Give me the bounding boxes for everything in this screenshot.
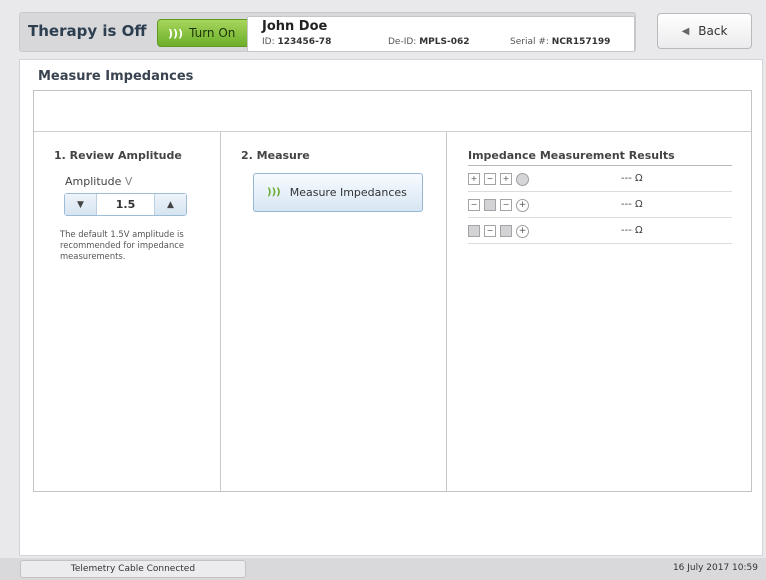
impedance-frame: 1. Review Amplitude Amplitude V ▼ 1.5 ▲ … xyxy=(33,90,752,492)
status-bar: Telemetry Cable Connected 16 July 2017 1… xyxy=(0,558,766,580)
top-strip xyxy=(34,91,751,132)
result-row: + − + --- Ω xyxy=(468,166,732,192)
electrode-off xyxy=(468,225,480,237)
down-arrow-icon: ▼ xyxy=(77,199,84,210)
result-row: − − + --- Ω xyxy=(468,192,732,218)
impedance-value: --- Ω xyxy=(621,199,643,210)
case-electrode-plus: + xyxy=(516,225,529,238)
wireless-icon: ))) xyxy=(168,26,184,40)
impedance-value: --- Ω xyxy=(621,173,643,184)
patient-id-label: ID: xyxy=(262,37,275,47)
electrode-off xyxy=(500,225,512,237)
measure-section: 2. Measure ))) Measure Impedances xyxy=(221,132,447,491)
datetime: 16 July 2017 10:59 xyxy=(672,563,758,573)
electrode-minus: − xyxy=(500,199,512,211)
therapy-status: Therapy is Off xyxy=(28,22,147,40)
results-title: Impedance Measurement Results xyxy=(468,149,732,166)
turn-on-button[interactable]: ))) Turn On xyxy=(157,19,253,47)
back-arrow-icon: ◀ xyxy=(681,25,690,37)
electrode-minus: − xyxy=(468,199,480,211)
review-amplitude-section: 1. Review Amplitude Amplitude V ▼ 1.5 ▲ … xyxy=(34,132,221,491)
review-amplitude-title: 1. Review Amplitude xyxy=(54,149,182,162)
patient-name: John Doe xyxy=(262,19,328,34)
patient-deid-value: MPLS-062 xyxy=(419,37,470,47)
back-button[interactable]: ◀ Back xyxy=(657,13,752,49)
impedance-value: --- Ω xyxy=(621,225,643,236)
amplitude-note: The default 1.5V amplitude is recommende… xyxy=(60,229,185,261)
electrode-config: + − + xyxy=(468,173,529,186)
back-label: Back xyxy=(698,24,728,38)
electrode-off xyxy=(484,199,496,211)
patient-deid: De-ID: MPLS-062 xyxy=(388,37,470,47)
amplitude-decrease-button[interactable]: ▼ xyxy=(65,194,96,215)
measure-impedances-button[interactable]: ))) Measure Impedances xyxy=(253,173,423,212)
patient-serial-value: NCR157199 xyxy=(551,37,611,47)
amplitude-label-text: Amplitude xyxy=(65,175,122,188)
patient-deid-label: De-ID: xyxy=(388,37,417,47)
main-panel: Measure Impedances 1. Review Amplitude A… xyxy=(19,59,763,556)
electrode-plus: + xyxy=(468,173,480,185)
wireless-icon: ))) xyxy=(267,187,281,198)
measure-impedances-label: Measure Impedances xyxy=(289,186,407,199)
amplitude-label: Amplitude V xyxy=(65,175,132,188)
electrode-minus: − xyxy=(484,225,496,237)
patient-id: ID: 123456-78 xyxy=(262,37,331,47)
page-title: Measure Impedances xyxy=(38,69,194,84)
patient-serial-label: Serial #: xyxy=(510,37,549,47)
result-row: − + --- Ω xyxy=(468,218,732,244)
results-section: Impedance Measurement Results + − + --- … xyxy=(447,132,751,491)
patient-id-value: 123456-78 xyxy=(277,37,332,47)
electrode-plus: + xyxy=(500,173,512,185)
electrode-config: − − + xyxy=(468,199,529,212)
telemetry-status: Telemetry Cable Connected xyxy=(20,560,246,578)
case-electrode-off xyxy=(516,173,529,186)
header-bar: Therapy is Off ))) Turn On John Doe ID: … xyxy=(19,12,636,52)
amplitude-unit: V xyxy=(124,175,133,188)
electrode-minus: − xyxy=(484,173,496,185)
electrode-config: − + xyxy=(468,225,529,238)
measure-title: 2. Measure xyxy=(241,149,310,162)
case-electrode-plus: + xyxy=(516,199,529,212)
amplitude-stepper: ▼ 1.5 ▲ xyxy=(64,193,187,216)
up-arrow-icon: ▲ xyxy=(167,199,174,210)
patient-info: John Doe ID: 123456-78 De-ID: MPLS-062 S… xyxy=(247,16,635,52)
amplitude-increase-button[interactable]: ▲ xyxy=(155,194,186,215)
app-window: Therapy is Off ))) Turn On John Doe ID: … xyxy=(0,0,766,580)
turn-on-label: Turn On xyxy=(189,26,236,40)
patient-serial: Serial #: NCR157199 xyxy=(510,37,610,47)
amplitude-value: 1.5 xyxy=(96,194,155,215)
